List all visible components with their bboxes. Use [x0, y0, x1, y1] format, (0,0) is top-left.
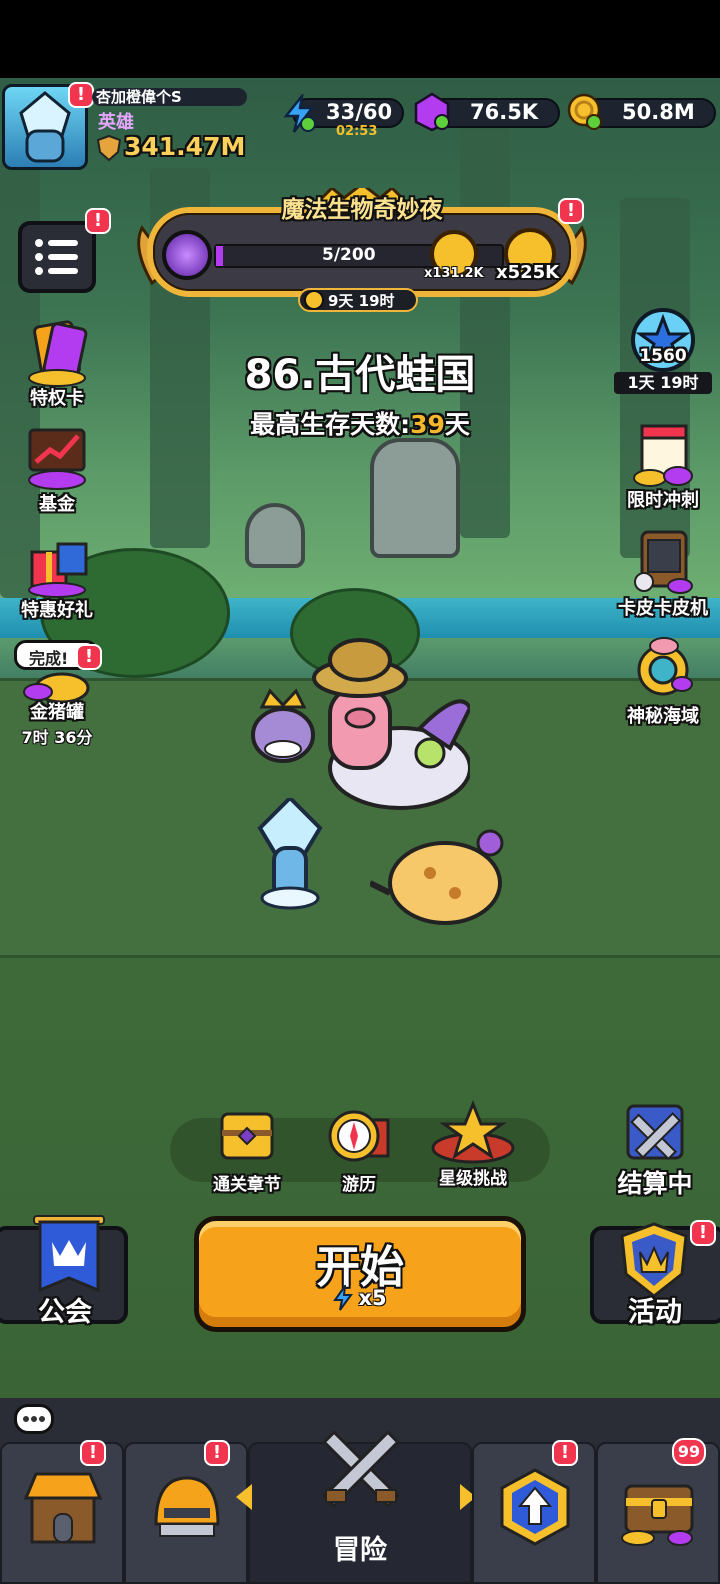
tab-upgrade[interactable] [472, 1442, 596, 1584]
special-gift-button[interactable]: 特惠好礼 [2, 530, 112, 622]
player-rank: 英雄 [98, 112, 134, 133]
ice-spirit[interactable] [250, 795, 330, 918]
privilege-card-button[interactable]: 特权卡 [2, 318, 112, 410]
avatar-badge: ! [68, 82, 94, 108]
survival-unit: 天 [444, 410, 470, 439]
guild-banner-icon [28, 1212, 110, 1302]
star-challenge-button[interactable]: 星级挑战 [418, 1099, 528, 1189]
menu-badge: ! [85, 208, 111, 234]
mystic-sea-icon [628, 636, 698, 706]
frog-statue-large [370, 438, 460, 558]
activity-shield-icon [614, 1220, 694, 1300]
gem-icon [414, 92, 450, 132]
power-icon [96, 134, 122, 162]
settlement-label: 结算中 [617, 1169, 693, 1198]
privilege-card-icon [22, 318, 92, 388]
settlement-button[interactable]: 结算中 [600, 1104, 710, 1200]
upgrade-badge: ! [552, 1440, 578, 1466]
shop-badge: ! [80, 1440, 106, 1466]
gold-value: 50.8M [622, 100, 695, 124]
chat-button[interactable] [14, 1404, 54, 1434]
gift-box-icon [22, 530, 92, 600]
special-gift-label: 特惠好礼 [21, 600, 93, 621]
start-cost: x5 [199, 1282, 521, 1311]
gems-value: 76.5K [470, 100, 539, 124]
tab-adventure-label: 冒险 [333, 1535, 387, 1566]
limited-sprint-button[interactable]: 限时冲刺 [608, 420, 718, 512]
star-medal-button[interactable]: 1560 1天 19时 [608, 306, 718, 394]
player-name: 杏加橙偉个S [96, 88, 182, 106]
chevron-left-icon [236, 1484, 252, 1510]
slot-machine-icon [628, 528, 698, 598]
energy-small-icon [333, 1282, 354, 1311]
survival-label: 最高生存天数: [250, 410, 411, 439]
menu-button[interactable] [18, 221, 96, 293]
event-title: 魔法生物奇妙夜 [281, 197, 443, 223]
event-progress-text: 5/200 [322, 245, 376, 265]
survival-days: 39 [410, 410, 445, 439]
chapter-button[interactable]: 通关章节 [192, 1106, 302, 1195]
start-button[interactable]: 开始 x5 [194, 1216, 526, 1332]
compass-icon [328, 1110, 390, 1162]
gold-pig-bubble-text: 完成! [29, 649, 69, 668]
list-icon [35, 239, 78, 275]
activity-badge: ! [690, 1220, 716, 1246]
calendar-icon [628, 420, 698, 490]
gold-pig-badge: ! [76, 644, 102, 670]
energy-timer: 02:53 [336, 124, 378, 139]
tab-adventure[interactable]: 冒险 [236, 1430, 476, 1584]
event-banner[interactable]: 魔法生物奇妙夜 5/200 x131.2K x525K 9天 19时 [132, 188, 592, 312]
chapter-label: 通关章节 [213, 1175, 281, 1195]
upgrade-arrow-icon [500, 1468, 570, 1546]
fund-chart-icon [22, 424, 92, 494]
energy-value: 33/60 [326, 100, 393, 124]
status-bar [0, 0, 720, 78]
mystic-sea-button[interactable]: 神秘海域 [608, 636, 718, 728]
gold-pig-label: 金猪罐 [30, 702, 84, 723]
travel-button[interactable]: 游历 [304, 1106, 414, 1195]
tab-shop[interactable] [0, 1442, 124, 1584]
equipment-badge: ! [204, 1440, 230, 1466]
frog-statue-small [245, 503, 305, 568]
purple-king-blob[interactable] [248, 683, 318, 763]
limited-sprint-label: 限时冲刺 [627, 490, 699, 511]
event-orb-icon [162, 230, 212, 280]
gold-coin-icon [566, 92, 602, 130]
star-challenge-icon [431, 1099, 515, 1164]
player-power: 341.47M [124, 132, 246, 161]
chat-dots-icon [23, 1416, 45, 1422]
helmet-icon [154, 1476, 220, 1537]
event-reward-small: x131.2K [424, 266, 484, 281]
travel-label: 游历 [342, 1175, 376, 1195]
start-cost-value: x5 [358, 1286, 387, 1310]
treasure-chest-icon [621, 1484, 694, 1546]
privilege-card-label: 特权卡 [30, 388, 84, 409]
treasure-count-badge: 99 [672, 1438, 706, 1466]
slot-machine-label: 卡皮卡皮机 [618, 598, 708, 619]
guild-label: 公会 [38, 1297, 92, 1328]
activity-label: 活动 [628, 1297, 682, 1328]
fund-label: 基金 [39, 494, 75, 515]
gold-pig-button[interactable]: 金猪罐 7时 36分 [2, 662, 112, 748]
event-timer: 9天 19时 [328, 292, 395, 310]
shop-icon [23, 1472, 103, 1544]
mystic-sea-label: 神秘海域 [627, 706, 699, 727]
energy-icon [282, 91, 316, 133]
event-progress-fill [216, 246, 224, 266]
clock-icon [304, 290, 324, 310]
event-reward-big: x525K [496, 262, 560, 283]
slot-machine-button[interactable]: 卡皮卡皮机 [608, 528, 718, 620]
leopard-pet[interactable] [368, 823, 510, 933]
chapter-chest-icon [220, 1112, 274, 1160]
star-challenge-label: 星级挑战 [439, 1169, 507, 1189]
crossed-swords-nav-icon [322, 1430, 400, 1508]
fund-button[interactable]: 基金 [2, 424, 112, 516]
star-medal-count: 1560 [639, 346, 687, 366]
event-badge: ! [558, 198, 584, 224]
treasure-count: 99 [677, 1442, 701, 1461]
crossed-swords-icon [626, 1104, 684, 1161]
tab-equipment[interactable] [124, 1442, 248, 1584]
bottom-nav: ! ! 冒险 ! 99 [0, 1398, 720, 1584]
gold-pig-timer: 7时 36分 [21, 728, 93, 747]
